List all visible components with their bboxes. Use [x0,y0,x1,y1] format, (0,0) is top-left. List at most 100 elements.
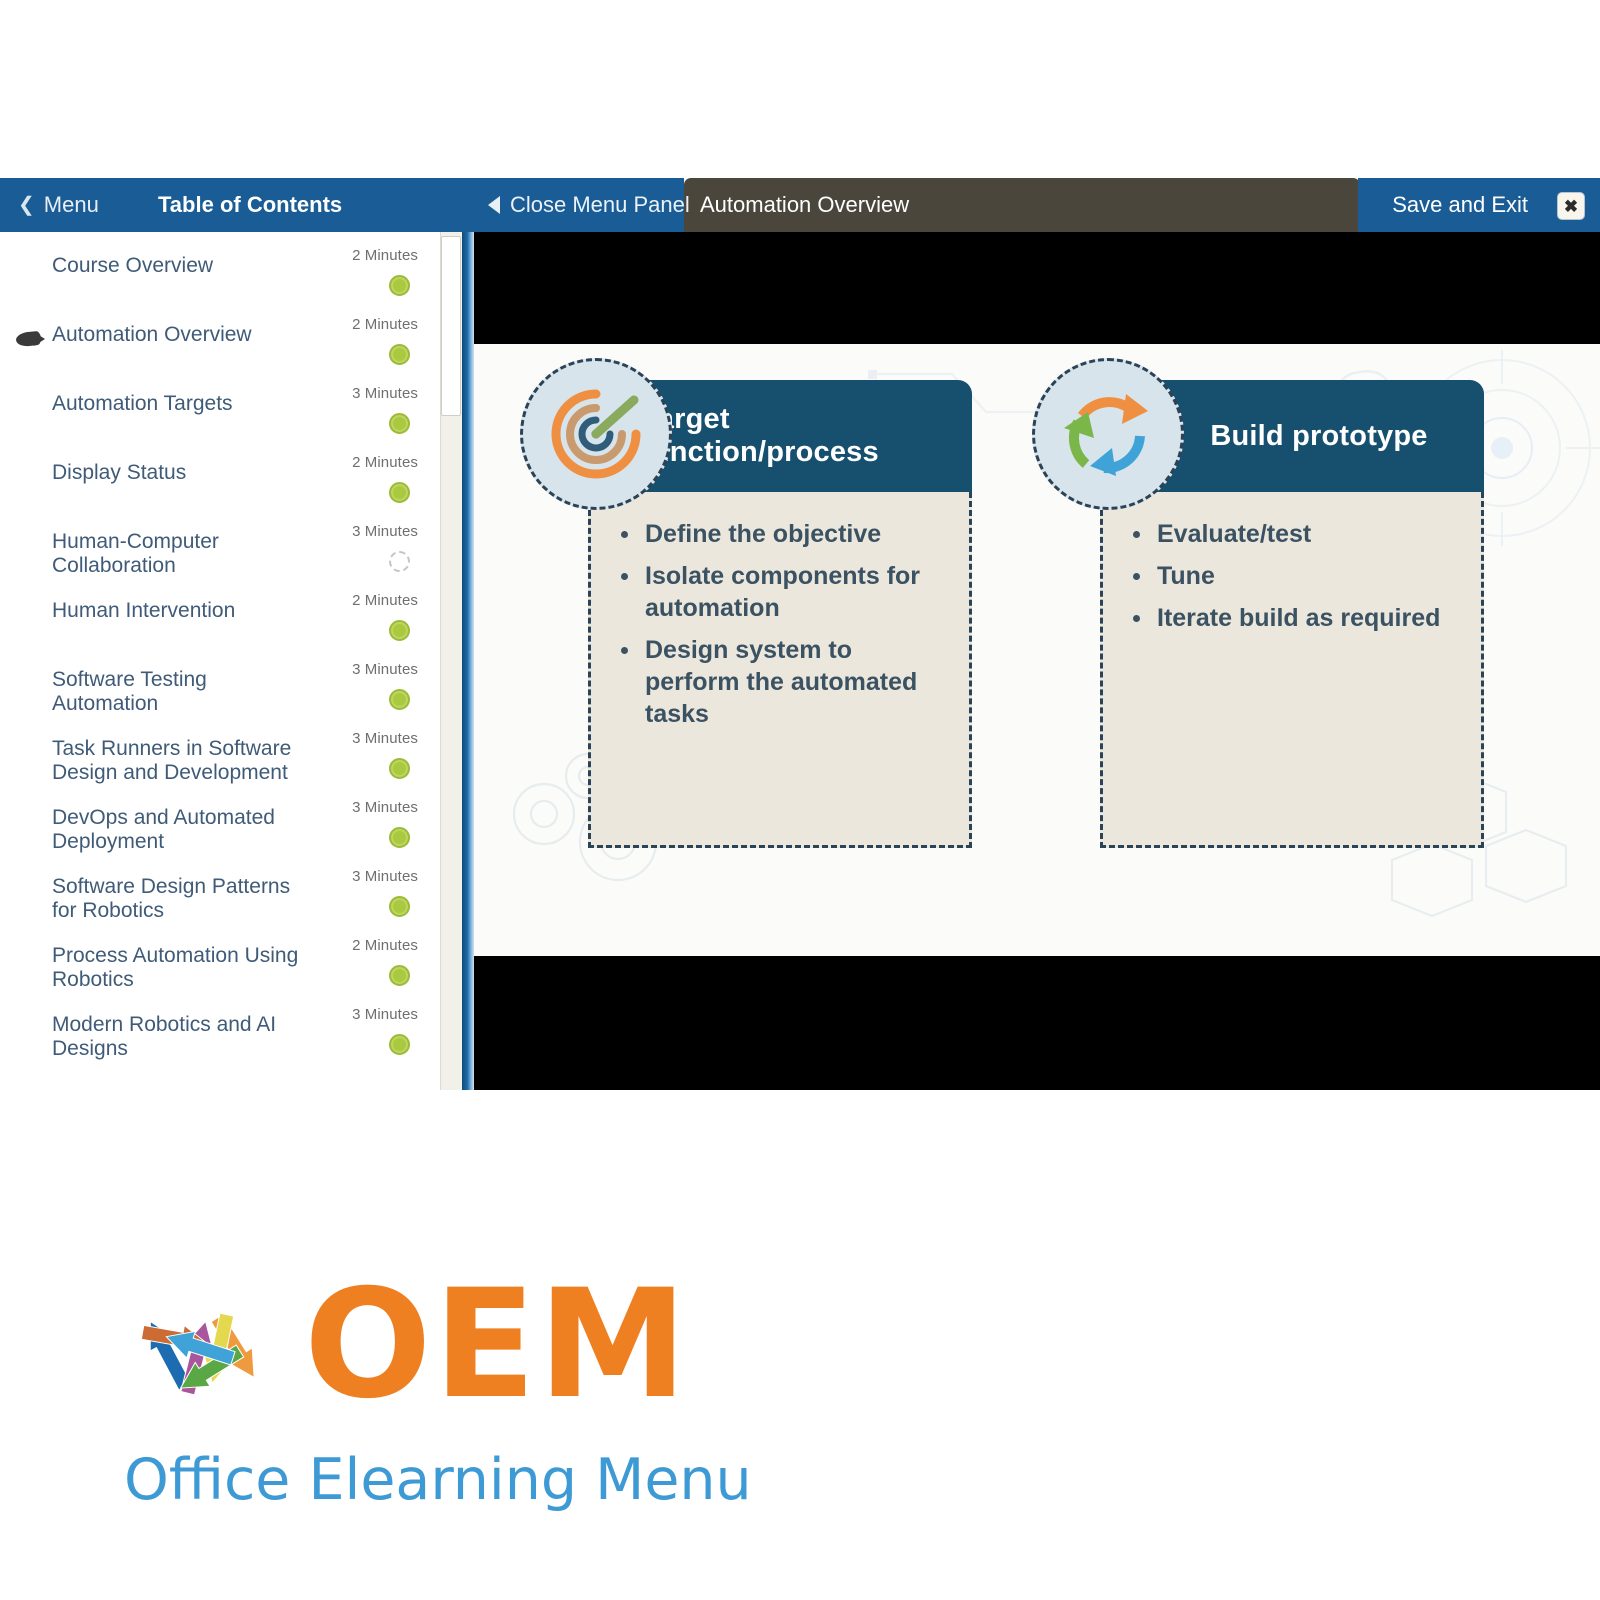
toc-item-meta: 2 Minutes [308,593,418,641]
toc-item-0[interactable]: Course Overview 2 Minutes [0,238,440,307]
status-complete-icon [389,689,410,710]
toc-item-9[interactable]: Software Design Patterns for Robotics 3 M… [0,859,440,928]
menu-button-label: Menu [43,192,99,217]
slide-card-0: Target function/process Define the object… [520,358,972,848]
slide-card-body: Evaluate/test Tune Iterate build as requir… [1100,492,1484,848]
status-complete-icon [389,758,410,779]
toc-item-duration: 2 Minutes [352,592,418,609]
toc-item-label: Automation Overview [52,323,252,346]
toc-marker-slot [14,881,48,901]
toc-item-label: Display Status [52,461,187,484]
toc-item-meta: 3 Minutes [308,800,418,848]
toc-item-2[interactable]: Automation Targets 3 Minutes [0,376,440,445]
toc-marker-slot [14,605,48,625]
toc-item-11[interactable]: Modern Robotics and AI Designs 3 Minutes [0,997,440,1066]
slide-card-bullet-list: Evaluate/test Tune Iterate build as requir… [1129,518,1463,634]
oem-wordmark: OEM [304,1258,690,1432]
slide-card-body: Define the objective Isolate components f… [588,492,972,848]
status-complete-icon [389,1034,410,1055]
slide-card-1: Build prototype Evaluate/test Tune Iterate … [1032,358,1484,848]
status-incomplete-icon [389,551,410,572]
toc-item-duration: 3 Minutes [352,868,418,885]
toc-marker-slot [14,467,48,487]
triangle-left-icon [488,196,500,214]
table-of-contents-panel: Course Overview 2 Minutes Automation Overv… [0,232,440,1090]
toc-item-duration: 2 Minutes [352,316,418,333]
toc-item-meta: 2 Minutes [308,248,418,296]
slide-card-bullet: Design system to perform the automated t… [617,634,951,730]
slide-stage: Target function/process Define the object… [474,232,1600,1090]
table-of-contents-list: Course Overview 2 Minutes Automation Overv… [0,232,440,1066]
status-complete-icon [389,965,410,986]
toc-item-duration: 3 Minutes [352,523,418,540]
status-complete-icon [389,413,410,434]
toc-item-duration: 2 Minutes [352,247,418,264]
toc-item-10[interactable]: Process Automation Using Robotics 2 Minut… [0,928,440,997]
toc-item-label: Software Design Patterns for Robotics [52,875,291,922]
status-complete-icon [389,827,410,848]
toc-marker-slot [14,398,48,418]
toc-item-8[interactable]: DevOps and Automated Deployment 3 Minutes [0,790,440,859]
save-and-exit-button[interactable]: Save and Exit [1392,178,1528,232]
menu-button[interactable]: ❮ Menu [18,178,99,232]
toc-item-meta: 3 Minutes [308,386,418,434]
toc-item-duration: 2 Minutes [352,937,418,954]
elearning-player: ❮ Menu Table of Contents Close Menu Pane… [0,178,1600,1090]
slide-card-bullet: Tune [1129,560,1463,592]
player-top-bar: ❮ Menu Table of Contents Close Menu Pane… [0,178,1600,232]
toc-item-duration: 3 Minutes [352,385,418,402]
toc-item-label: Course Overview [52,254,214,277]
toc-item-7[interactable]: Task Runners in Software Design and Deve… [0,721,440,790]
toc-marker-slot [14,950,48,970]
oem-logo-arrow-ring [76,1254,312,1478]
toc-item-meta: 3 Minutes [308,662,418,710]
current-slide-pointer-icon [14,329,48,349]
close-menu-panel-label: Close Menu Panel [510,192,690,217]
close-x-icon[interactable]: ✖ [1558,193,1584,219]
toc-item-label: Process Automation Using Robotics [52,944,299,991]
slide-card-bullet-list: Define the objective Isolate components f… [617,518,951,730]
toc-marker-slot [14,536,48,556]
oem-tagline: Office Elearning Menu [124,1447,752,1513]
status-complete-icon [389,620,410,641]
close-menu-panel-button[interactable]: Close Menu Panel [488,178,690,232]
toc-item-meta: 3 Minutes [308,869,418,917]
toc-item-label: Software Testing Automation [52,668,207,715]
toc-item-label: Automation Targets [52,392,233,415]
toc-item-meta: 3 Minutes [308,524,418,572]
toc-item-label: Task Runners in Software Design and Deve… [52,737,292,784]
toc-item-6[interactable]: Software Testing Automation 3 Minutes [0,652,440,721]
slide-card-bullet: Define the objective [617,518,951,550]
toc-item-meta: 3 Minutes [308,1007,418,1055]
toc-item-duration: 3 Minutes [352,730,418,747]
chevron-left-icon: ❮ [18,194,35,216]
status-complete-icon [389,482,410,503]
status-complete-icon [389,344,410,365]
current-slide-title: Automation Overview [700,178,909,232]
slide-card-bullet: Isolate components for automation [617,560,951,624]
panel-divider [462,232,474,1090]
toc-item-meta: 3 Minutes [308,731,418,779]
toc-item-meta: 2 Minutes [308,455,418,503]
sidebar-scrollbar-thumb[interactable] [441,236,461,416]
table-of-contents-label: Table of Contents [158,192,343,217]
toc-marker-slot [14,260,48,280]
circular-arrows-refresh-icon [1032,358,1184,510]
toc-item-meta: 2 Minutes [308,938,418,986]
slide-card-group: Target function/process Define the object… [474,344,1600,956]
save-and-exit-label: Save and Exit [1392,192,1528,217]
toc-item-3[interactable]: Display Status 2 Minutes [0,445,440,514]
slide-card-bullet: Evaluate/test [1129,518,1463,550]
target-bullseye-arrow-icon [520,358,672,510]
toc-item-duration: 3 Minutes [352,1006,418,1023]
toc-item-4[interactable]: Human-Computer Collaboration 3 Minutes [0,514,440,583]
status-complete-icon [389,275,410,296]
toc-item-1[interactable]: Automation Overview 2 Minutes [0,307,440,376]
current-slide-title-label: Automation Overview [700,192,910,217]
slide-card-title: Target function/process [642,403,879,468]
toc-item-label: Human Intervention [52,599,236,622]
slide-canvas: Target function/process Define the object… [474,344,1600,956]
toc-item-label: Modern Robotics and AI Designs [52,1013,277,1060]
toc-item-5[interactable]: Human Intervention 2 Minutes [0,583,440,652]
toc-item-duration: 3 Minutes [352,799,418,816]
